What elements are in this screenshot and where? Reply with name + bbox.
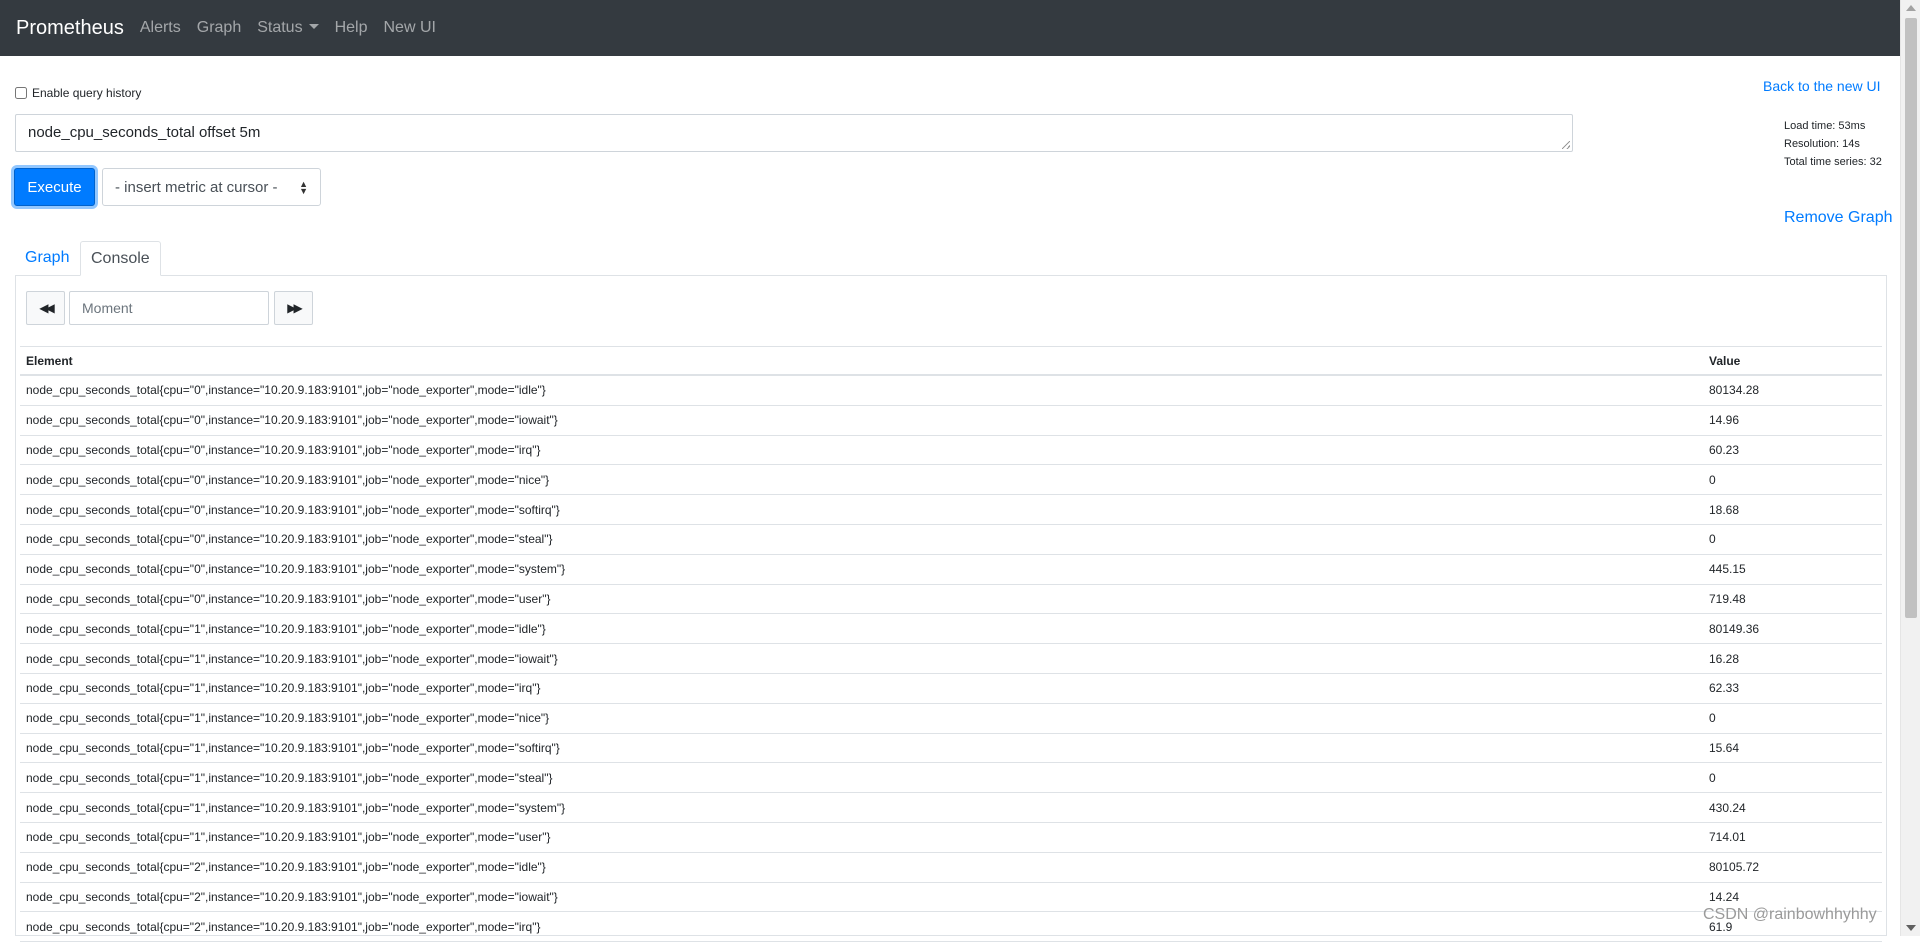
moment-input[interactable]: Moment	[69, 291, 269, 325]
scroll-up-icon[interactable]	[1906, 5, 1916, 11]
table-row: node_cpu_seconds_total{cpu="0",instance=…	[20, 525, 1882, 555]
query-history-label: Enable query history	[32, 86, 142, 100]
table-row: node_cpu_seconds_total{cpu="0",instance=…	[20, 555, 1882, 585]
row-element: node_cpu_seconds_total{cpu="1",instance=…	[26, 740, 560, 755]
row-value: 15.64	[1709, 740, 1740, 755]
row-element: node_cpu_seconds_total{cpu="0",instance=…	[26, 562, 566, 577]
table-row: node_cpu_seconds_total{cpu="1",instance=…	[20, 823, 1882, 853]
table-row: node_cpu_seconds_total{cpu="0",instance=…	[20, 406, 1882, 436]
row-value: 16.28	[1709, 651, 1740, 666]
nav-help[interactable]: Help	[327, 19, 376, 37]
nav-graph[interactable]: Graph	[189, 19, 249, 37]
table-row: node_cpu_seconds_total{cpu="1",instance=…	[20, 793, 1882, 823]
row-value: 80105.72	[1709, 860, 1760, 875]
column-header-element: Element	[26, 353, 73, 368]
row-value: 80149.36	[1709, 621, 1760, 636]
row-element: node_cpu_seconds_total{cpu="1",instance=…	[26, 800, 566, 815]
page-scrollbar[interactable]	[1900, 0, 1920, 936]
row-value: 80134.28	[1709, 383, 1760, 398]
row-element: node_cpu_seconds_total{cpu="0",instance=…	[26, 532, 553, 547]
back-to-new-ui-link[interactable]: Back to the new UI	[1763, 78, 1881, 94]
time-forward-button[interactable]: ▶▶	[274, 291, 313, 325]
row-value: 0	[1709, 532, 1716, 547]
scroll-down-icon[interactable]	[1906, 925, 1916, 931]
watermark: CSDN @rainbowhhyhhy	[1703, 906, 1877, 923]
nav-new-ui[interactable]: New UI	[375, 19, 443, 37]
column-header-value: Value	[1709, 353, 1741, 368]
row-element: node_cpu_seconds_total{cpu="0",instance=…	[26, 502, 560, 517]
table-row: node_cpu_seconds_total{cpu="1",instance=…	[20, 674, 1882, 704]
query-stats: Load time: 53ms Resolution: 14s Total ti…	[1784, 117, 1882, 171]
resize-grip-icon[interactable]	[1562, 141, 1570, 149]
top-navbar: Prometheus Alerts Graph Status Help New …	[0, 0, 1900, 56]
fast-backward-icon: ◀◀	[39, 301, 55, 315]
query-history-checkbox[interactable]	[15, 87, 27, 99]
results-table: Element Value node_cpu_seconds_total{cpu…	[20, 346, 1882, 942]
fast-forward-icon: ▶▶	[287, 301, 303, 315]
row-element: node_cpu_seconds_total{cpu="2",instance=…	[26, 860, 546, 875]
table-row: node_cpu_seconds_total{cpu="0",instance=…	[20, 495, 1882, 525]
view-tabs: Graph Console	[15, 241, 1887, 276]
row-value: 445.15	[1709, 562, 1746, 577]
table-row: node_cpu_seconds_total{cpu="0",instance=…	[20, 465, 1882, 496]
row-element: node_cpu_seconds_total{cpu="0",instance=…	[26, 383, 546, 398]
table-row: node_cpu_seconds_total{cpu="1",instance=…	[20, 704, 1882, 734]
table-row: node_cpu_seconds_total{cpu="0",instance=…	[20, 376, 1882, 406]
table-row: node_cpu_seconds_total{cpu="2",instance=…	[20, 883, 1882, 913]
table-row: node_cpu_seconds_total{cpu="1",instance=…	[20, 644, 1882, 674]
row-value: 18.68	[1709, 502, 1740, 517]
brand-logo[interactable]: Prometheus	[16, 17, 124, 40]
total-time-series: Total time series: 32	[1784, 156, 1882, 168]
chevron-down-icon	[308, 24, 319, 29]
metric-select[interactable]: - insert metric at cursor - ▲ ▼	[102, 168, 321, 206]
time-back-button[interactable]: ◀◀	[26, 291, 65, 325]
row-element: node_cpu_seconds_total{cpu="0",instance=…	[26, 472, 550, 487]
table-row: node_cpu_seconds_total{cpu="1",instance=…	[20, 614, 1882, 645]
row-value: 14.24	[1709, 889, 1740, 904]
row-element: node_cpu_seconds_total{cpu="0",instance=…	[26, 413, 558, 428]
table-row: node_cpu_seconds_total{cpu="2",instance=…	[20, 912, 1882, 942]
tab-graph[interactable]: Graph	[15, 241, 79, 276]
row-element: node_cpu_seconds_total{cpu="2",instance=…	[26, 889, 558, 904]
row-value: 0	[1709, 472, 1716, 487]
query-history-toggle[interactable]: Enable query history	[15, 86, 141, 100]
table-row: node_cpu_seconds_total{cpu="0",instance=…	[20, 436, 1882, 466]
execute-button[interactable]: Execute	[14, 168, 95, 206]
resolution: Resolution: 14s	[1784, 138, 1860, 150]
row-value: 719.48	[1709, 591, 1746, 606]
table-row: node_cpu_seconds_total{cpu="0",instance=…	[20, 585, 1882, 615]
row-value: 62.33	[1709, 681, 1740, 696]
table-row: node_cpu_seconds_total{cpu="2",instance=…	[20, 853, 1882, 883]
nav-alerts[interactable]: Alerts	[132, 19, 189, 37]
row-value: 0	[1709, 711, 1716, 726]
table-row: node_cpu_seconds_total{cpu="1",instance=…	[20, 763, 1882, 794]
row-element: node_cpu_seconds_total{cpu="2",instance=…	[26, 919, 541, 934]
scroll-thumb[interactable]	[1905, 18, 1917, 618]
row-value: 714.01	[1709, 830, 1746, 845]
table-header: Element Value	[20, 346, 1882, 376]
row-element: node_cpu_seconds_total{cpu="1",instance=…	[26, 770, 553, 785]
select-arrows-icon: ▲ ▼	[299, 179, 308, 196]
row-element: node_cpu_seconds_total{cpu="1",instance=…	[26, 651, 558, 666]
table-row: node_cpu_seconds_total{cpu="1",instance=…	[20, 734, 1882, 764]
metric-select-value: - insert metric at cursor -	[115, 178, 278, 196]
expression-text: node_cpu_seconds_total offset 5m	[28, 124, 261, 141]
nav-status[interactable]: Status	[249, 19, 326, 37]
row-value: 0	[1709, 770, 1716, 785]
row-value: 60.23	[1709, 442, 1740, 457]
row-element: node_cpu_seconds_total{cpu="1",instance=…	[26, 711, 550, 726]
load-time: Load time: 53ms	[1784, 120, 1866, 132]
row-element: node_cpu_seconds_total{cpu="1",instance=…	[26, 621, 546, 636]
expression-input[interactable]: node_cpu_seconds_total offset 5m	[15, 114, 1573, 152]
row-value: 430.24	[1709, 800, 1746, 815]
remove-graph-link[interactable]: Remove Graph	[1784, 209, 1893, 227]
row-element: node_cpu_seconds_total{cpu="1",instance=…	[26, 681, 541, 696]
row-element: node_cpu_seconds_total{cpu="0",instance=…	[26, 442, 541, 457]
row-element: node_cpu_seconds_total{cpu="0",instance=…	[26, 591, 551, 606]
row-element: node_cpu_seconds_total{cpu="1",instance=…	[26, 830, 551, 845]
nav-status-label: Status	[257, 19, 303, 36]
tab-console[interactable]: Console	[80, 241, 161, 276]
table-body: node_cpu_seconds_total{cpu="0",instance=…	[20, 376, 1882, 942]
row-value: 14.96	[1709, 413, 1740, 428]
